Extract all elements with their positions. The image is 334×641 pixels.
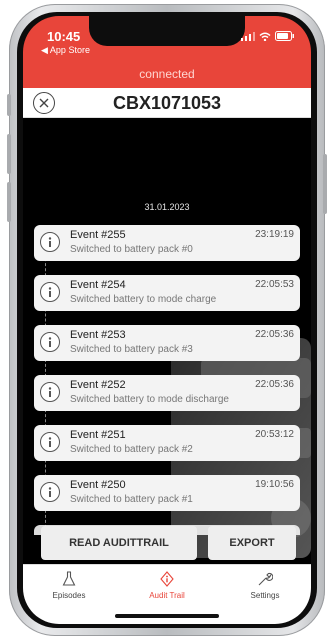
device-title: CBX1071053 xyxy=(112,93,222,113)
tab-audit-trail[interactable]: Audit Trail xyxy=(127,571,207,600)
read-audittrail-button[interactable]: READ AUDITTRAIL xyxy=(41,526,197,560)
event-name: Event #252 xyxy=(70,379,126,391)
event-time: 19:10:56 xyxy=(255,479,294,490)
volume-down-button xyxy=(7,182,11,222)
info-icon xyxy=(40,382,60,402)
tab-episodes[interactable]: Episodes xyxy=(29,571,109,600)
event-description: Switched to battery pack #3 xyxy=(70,344,193,355)
status-time: 10:45 xyxy=(47,29,81,44)
tab-label: Episodes xyxy=(52,591,86,600)
status-bar: 10:45 ◀ App Store xyxy=(23,16,311,60)
battery-icon xyxy=(275,31,294,41)
event-time: 20:53:12 xyxy=(255,429,294,440)
title-bar: CBX1071053 xyxy=(23,88,311,118)
event-description: Switched to battery pack #0 xyxy=(70,244,193,255)
wifi-icon xyxy=(259,32,271,41)
export-button[interactable]: EXPORT xyxy=(208,526,296,560)
event-name: Event #254 xyxy=(70,279,126,291)
action-buttons: READ AUDITTRAIL EXPORT xyxy=(23,526,311,560)
event-card[interactable]: Event #253 22:05:36 Switched to battery … xyxy=(34,325,300,361)
audit-date: 31.01.2023 xyxy=(144,202,190,212)
notch xyxy=(89,16,245,46)
event-time: 22:05:53 xyxy=(255,279,294,290)
home-indicator[interactable] xyxy=(115,614,219,618)
back-to-app-store-link[interactable]: ◀ App Store xyxy=(41,45,90,56)
event-name: Event #251 xyxy=(70,429,126,441)
event-name: Event #250 xyxy=(70,479,126,491)
tab-label: Audit Trail xyxy=(149,591,185,600)
event-card[interactable]: Event #251 20:53:12 Switched to battery … xyxy=(34,425,300,461)
close-icon xyxy=(39,98,49,108)
audit-trail-content[interactable]: 31.01.2023 Event #255 23:19:19 Switched … xyxy=(23,118,311,564)
event-card[interactable]: Event #254 22:05:53 Switched battery to … xyxy=(34,275,300,311)
phone-frame: 10:45 ◀ App Store connected CBX1071053 3… xyxy=(7,4,327,636)
volume-up-button xyxy=(7,134,11,174)
info-icon xyxy=(40,282,60,302)
connection-status: connected xyxy=(23,60,311,88)
event-name: Event #255 xyxy=(70,229,126,241)
event-time: 22:05:36 xyxy=(255,329,294,340)
screen: 10:45 ◀ App Store connected CBX1071053 3… xyxy=(23,16,311,624)
close-button[interactable] xyxy=(33,92,55,114)
audit-trail-icon xyxy=(160,571,174,587)
event-description: Switched to battery pack #1 xyxy=(70,494,193,505)
event-name: Event #253 xyxy=(70,329,126,341)
event-description: Switched battery to mode charge xyxy=(70,294,217,305)
info-icon xyxy=(40,482,60,502)
wrench-icon xyxy=(258,572,274,586)
info-icon xyxy=(40,432,60,452)
flask-icon xyxy=(62,571,76,586)
system-icons xyxy=(241,31,295,41)
event-time: 22:05:36 xyxy=(255,379,294,390)
event-description: Switched to battery pack #2 xyxy=(70,444,193,455)
signal-icon xyxy=(241,31,255,41)
event-card[interactable]: Event #255 23:19:19 Switched to battery … xyxy=(34,225,300,261)
mute-switch xyxy=(7,94,11,116)
event-time: 23:19:19 xyxy=(255,229,294,240)
tab-settings[interactable]: Settings xyxy=(225,571,305,600)
info-icon xyxy=(40,332,60,352)
info-icon xyxy=(40,232,60,252)
power-button xyxy=(323,154,327,214)
tab-label: Settings xyxy=(250,591,280,600)
event-card[interactable]: Event #252 22:05:36 Switched battery to … xyxy=(34,375,300,411)
event-description: Switched battery to mode discharge xyxy=(70,394,229,405)
event-card[interactable]: Event #250 19:10:56 Switched to battery … xyxy=(34,475,300,511)
